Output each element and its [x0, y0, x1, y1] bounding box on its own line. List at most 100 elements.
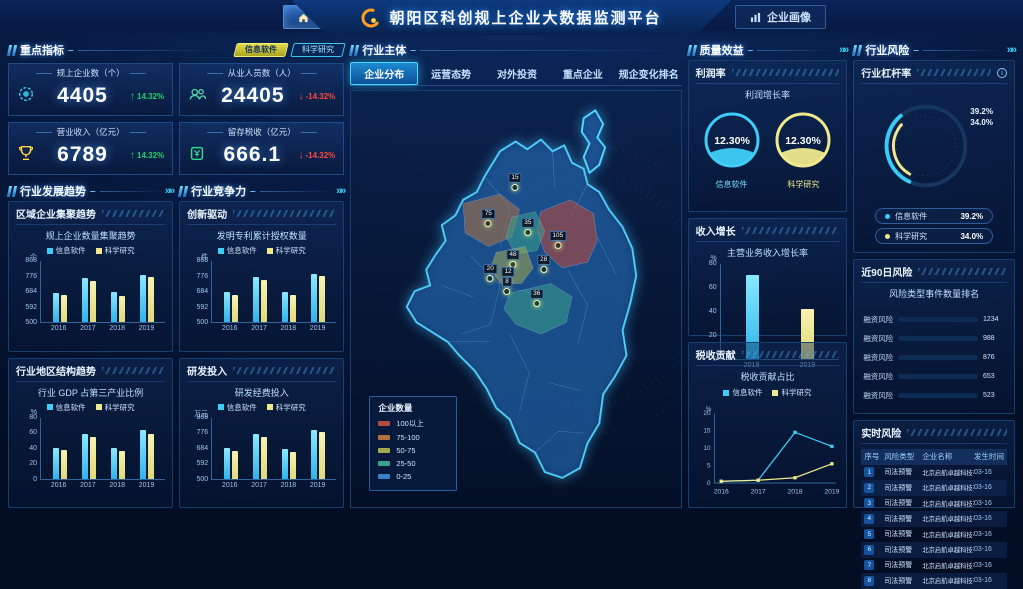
y-tick: 776 — [25, 273, 37, 280]
bar — [119, 296, 125, 322]
map-marker[interactable]: 36 — [530, 289, 543, 307]
y-tick: 868 — [196, 414, 208, 421]
tab-对外投资[interactable]: 对外投资 — [484, 63, 550, 84]
marker-value: 105 — [549, 231, 566, 241]
industry-filter-pills: 信息软件科学研究 — [235, 43, 344, 57]
panel-header: 行业地区结构趋势 — [16, 363, 165, 382]
panel-subtitle: 区域企业集聚趋势 — [16, 206, 96, 221]
y-tick: 40 — [29, 445, 37, 452]
map-marker[interactable]: 35 — [521, 218, 534, 236]
y-tick: 0 — [33, 476, 37, 483]
filter-pill[interactable]: 科学研究 — [291, 43, 346, 57]
stat-card-body: 24405↓-14.32% — [187, 84, 336, 108]
section-industry-body: 行业主体 – — [350, 40, 681, 60]
panel-header: 区域企业集聚趋势 — [16, 206, 165, 225]
stat-card-body: 4405↑14.32% — [16, 84, 165, 108]
table-row[interactable]: 3司法预警北京启航卓越科技有限公司03-16 — [861, 496, 1007, 512]
bar-group — [282, 292, 296, 322]
bar — [261, 280, 267, 322]
realtime-risk-table: 序号风险类型企业名称发生时间1司法预警北京启航卓越科技有限公司03-162司法预… — [861, 449, 1007, 589]
tab-重点企业[interactable]: 重点企业 — [550, 63, 616, 84]
bar-group — [224, 292, 238, 322]
chart-title: 税收贡献占比 — [696, 370, 840, 383]
bar — [82, 278, 88, 322]
bar — [224, 292, 230, 322]
stat-card-delta: ↑14.32% — [130, 91, 164, 102]
marker-value: 75 — [482, 209, 495, 219]
risk-bar-row: 融资风险876 — [861, 352, 1007, 363]
map-marker[interactable]: 75 — [482, 209, 495, 227]
map-marker[interactable]: 8 — [502, 277, 512, 295]
occur-date: 03-16 — [974, 546, 1004, 553]
bar-group — [53, 293, 67, 322]
company-name: 北京启航卓越科技有限公司 — [922, 576, 974, 585]
table-row[interactable]: 7司法预警北京启航卓越科技有限公司03-16 — [861, 558, 1007, 574]
x-tick: 2019 — [139, 325, 155, 332]
tab-规企变化排名[interactable]: 规企变化排名 — [616, 63, 682, 84]
svg-text:12.30%: 12.30% — [714, 135, 750, 147]
leverage-values: 39.2% 34.0% — [970, 106, 993, 128]
y-tick: 500 — [196, 476, 208, 483]
x-tick: 2018 — [109, 325, 125, 332]
x-tick: 2019 — [139, 482, 155, 489]
section-title: 质量效益 — [700, 42, 744, 58]
filter-pill[interactable]: 信息软件 — [234, 43, 289, 57]
table-row[interactable]: 4司法预警北京启航卓越科技有限公司03-16 — [861, 511, 1007, 527]
tab-运营态势[interactable]: 运营态势 — [418, 63, 484, 84]
section-more-arrows[interactable]: »» — [165, 185, 173, 197]
info-icon[interactable]: i — [997, 68, 1007, 78]
section-title: 重点指标 — [20, 42, 64, 58]
y-tick: 684 — [25, 288, 37, 295]
map-legend-row: 100以上 — [378, 418, 448, 429]
section-more-arrows[interactable]: »» — [336, 185, 344, 197]
map-marker[interactable]: 48 — [506, 250, 519, 268]
table-row[interactable]: 2司法预警北京启航卓越科技有限公司03-16 — [861, 480, 1007, 496]
section-title: 行业发展趋势 — [20, 183, 86, 199]
platform-logo-icon — [361, 8, 381, 28]
section-more-arrows[interactable]: »» — [839, 44, 847, 56]
svg-text:2017: 2017 — [750, 489, 765, 496]
bar — [111, 292, 117, 322]
bar — [140, 275, 146, 323]
panel-header: 创新驱动 — [187, 206, 336, 225]
map-legend-row: 75-100 — [378, 433, 448, 442]
stat-card-value: 666.1 — [224, 143, 282, 167]
map-legend-row: 0-25 — [378, 472, 448, 481]
map-marker[interactable]: 105 — [549, 231, 566, 249]
tab-企业分布[interactable]: 企业分布 — [350, 62, 418, 85]
occur-date: 03-16 — [974, 500, 1004, 507]
y-tick: 80 — [29, 414, 37, 421]
map-marker[interactable]: 20 — [484, 264, 497, 282]
section-more-arrows[interactable]: »» — [1007, 44, 1015, 56]
bar-group — [253, 434, 267, 478]
table-row[interactable]: 6司法预警北京启航卓越科技有限公司03-16 — [861, 542, 1007, 558]
risk-bar-row: 融资风险653 — [861, 371, 1007, 382]
row-index: 8 — [864, 576, 874, 586]
bar — [232, 451, 238, 479]
chart-legend: 信息软件科学研究 — [696, 386, 840, 400]
y-tick: 684 — [196, 288, 208, 295]
stat-card-label: 留存税收（亿元） — [187, 126, 336, 138]
bar — [111, 448, 117, 479]
marker-value: 28 — [537, 255, 550, 265]
row-index: 5 — [864, 529, 874, 539]
bar — [290, 452, 296, 478]
map-marker[interactable]: 15 — [508, 173, 521, 191]
table-header-cell: 企业名称 — [922, 451, 974, 462]
legend-item: 科学研究 — [267, 245, 306, 256]
legend-item: 科学研究 — [96, 402, 135, 413]
legend-item: 信息软件 — [47, 245, 86, 256]
bar-group — [311, 274, 325, 322]
table-row[interactable]: 8司法预警北京启航卓越科技有限公司03-16 — [861, 573, 1007, 589]
chart-title: 利润增长率 — [696, 88, 840, 101]
map-marker[interactable]: 28 — [537, 255, 550, 273]
gauge-label: 科学研究 — [772, 179, 834, 190]
chart-title: 研发经费投入 — [187, 386, 336, 399]
nav-enterprise-portrait[interactable]: 企业画像 — [735, 5, 826, 29]
y-tick: 60 — [709, 284, 717, 291]
table-header-row: 序号风险类型企业名称发生时间 — [861, 449, 1007, 465]
panel-subtitle: 实时风险 — [861, 425, 901, 440]
table-row[interactable]: 5司法预警北京启航卓越科技有限公司03-16 — [861, 527, 1007, 543]
y-tick: 776 — [196, 429, 208, 436]
table-row[interactable]: 1司法预警北京启航卓越科技有限公司03-16 — [861, 465, 1007, 481]
